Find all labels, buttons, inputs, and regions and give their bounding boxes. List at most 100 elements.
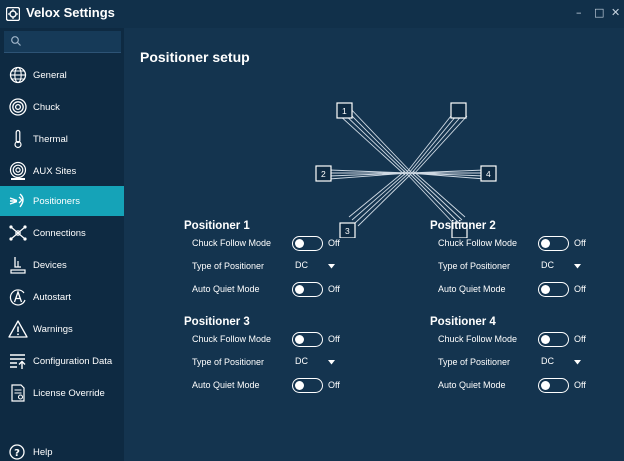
sidebar-item-label: General bbox=[33, 69, 67, 81]
auto-quiet-toggle[interactable] bbox=[538, 282, 569, 297]
minimize-button[interactable]: – bbox=[576, 6, 582, 19]
sidebar-item-license-override[interactable]: License Override bbox=[0, 378, 124, 408]
sidebar-item-label: Chuck bbox=[33, 101, 60, 113]
toggle-knob bbox=[295, 238, 304, 248]
sidebar-item-label: Configuration Data bbox=[33, 355, 113, 367]
type-select[interactable]: DC bbox=[538, 355, 582, 370]
auto-quiet-toggle[interactable] bbox=[292, 282, 323, 297]
positioner-title: Positioner 2 bbox=[430, 220, 496, 232]
chuck-follow-value: Off bbox=[574, 334, 586, 344]
sidebar-item-thermal[interactable]: Thermal bbox=[0, 124, 124, 154]
chuck-follow-toggle[interactable] bbox=[538, 236, 569, 251]
sidebar-item-positioners[interactable]: Positioners bbox=[0, 186, 124, 216]
autostart-icon bbox=[9, 289, 26, 306]
sidebar-item-label: Connections bbox=[33, 227, 86, 239]
positioner-4-settings: Positioner 4 Chuck Follow Mode Off Type … bbox=[430, 316, 624, 402]
chevron-down-icon bbox=[328, 264, 335, 269]
svg-text:?: ? bbox=[14, 448, 20, 459]
type-value: DC bbox=[541, 356, 554, 366]
toggle-knob bbox=[295, 380, 304, 390]
positioner-1-settings: Positioner 1 Chuck Follow Mode Off Type … bbox=[184, 220, 384, 306]
sidebar-item-label: Thermal bbox=[33, 133, 68, 145]
chevron-down-icon bbox=[328, 360, 335, 365]
sidebar-item-label: Autostart bbox=[33, 291, 72, 303]
auto-quiet-value: Off bbox=[328, 380, 340, 390]
type-value: DC bbox=[295, 260, 308, 270]
app-logo-icon bbox=[6, 7, 20, 21]
chuck-follow-value: Off bbox=[574, 238, 586, 248]
toggle-knob bbox=[541, 238, 550, 248]
sidebar-item-connections[interactable]: Connections bbox=[0, 218, 124, 248]
sidebar-item-warnings[interactable]: Warnings bbox=[0, 314, 124, 344]
window-title: Velox Settings bbox=[26, 5, 115, 20]
toggle-knob bbox=[541, 334, 550, 344]
title-bar: Velox Settings – □ ✕ bbox=[0, 0, 624, 28]
help-button[interactable]: ? Help bbox=[0, 440, 124, 461]
sidebar-item-chuck[interactable]: Chuck bbox=[0, 92, 124, 122]
auto-quiet-label: Auto Quiet Mode bbox=[192, 284, 260, 294]
toggle-knob bbox=[541, 284, 550, 294]
devices-icon bbox=[10, 257, 26, 274]
close-button[interactable]: ✕ bbox=[611, 6, 620, 19]
sidebar-item-label: Devices bbox=[33, 259, 67, 271]
sidebar-item-general[interactable]: General bbox=[0, 60, 124, 90]
chuck-follow-value: Off bbox=[328, 334, 340, 344]
sidebar: General Chuck Thermal AUX Sites Position… bbox=[0, 28, 124, 461]
auto-quiet-toggle[interactable] bbox=[538, 378, 569, 393]
toggle-knob bbox=[295, 284, 304, 294]
type-select[interactable]: DC bbox=[292, 355, 336, 370]
positioner-title: Positioner 3 bbox=[184, 316, 250, 328]
help-icon: ? bbox=[9, 444, 25, 460]
chuck-follow-label: Chuck Follow Mode bbox=[192, 334, 272, 344]
aux-sites-icon bbox=[9, 161, 27, 180]
toggle-knob bbox=[295, 334, 304, 344]
warning-icon bbox=[8, 320, 28, 338]
auto-quiet-value: Off bbox=[574, 284, 586, 294]
globe-icon bbox=[9, 66, 27, 84]
sidebar-item-autostart[interactable]: Autostart bbox=[0, 282, 124, 312]
sidebar-item-label: AUX Sites bbox=[33, 165, 77, 177]
positioner-box-top-right bbox=[450, 102, 467, 119]
chuck-follow-toggle[interactable] bbox=[292, 332, 323, 347]
toggle-knob bbox=[541, 380, 550, 390]
sidebar-item-configuration-data[interactable]: Configuration Data bbox=[0, 346, 124, 376]
search-icon bbox=[11, 36, 21, 46]
help-label: Help bbox=[33, 446, 53, 458]
sidebar-item-label: License Override bbox=[33, 387, 105, 399]
search-input[interactable] bbox=[4, 31, 121, 53]
type-label: Type of Positioner bbox=[192, 261, 265, 271]
chuck-icon bbox=[9, 98, 27, 116]
positioner-title: Positioner 1 bbox=[184, 220, 250, 232]
type-label: Type of Positioner bbox=[438, 261, 511, 271]
sidebar-item-label: Positioners bbox=[33, 195, 80, 207]
auto-quiet-toggle[interactable] bbox=[292, 378, 323, 393]
page-title: Positioner setup bbox=[140, 49, 250, 65]
type-label: Type of Positioner bbox=[192, 357, 265, 367]
chuck-follow-value: Off bbox=[328, 238, 340, 248]
type-select[interactable]: DC bbox=[538, 259, 582, 274]
positioner-2-settings: Positioner 2 Chuck Follow Mode Off Type … bbox=[430, 220, 624, 306]
thermometer-icon bbox=[14, 129, 22, 149]
positioner-diagram: 1 2 3 4 bbox=[315, 102, 497, 238]
connections-icon bbox=[9, 225, 27, 241]
sidebar-item-devices[interactable]: Devices bbox=[0, 250, 124, 280]
type-value: DC bbox=[295, 356, 308, 366]
maximize-button[interactable]: □ bbox=[594, 6, 604, 19]
chuck-follow-toggle[interactable] bbox=[538, 332, 569, 347]
chuck-follow-label: Chuck Follow Mode bbox=[438, 238, 518, 248]
chuck-follow-label: Chuck Follow Mode bbox=[438, 334, 518, 344]
positioner-label-4: 4 bbox=[486, 169, 491, 179]
type-label: Type of Positioner bbox=[438, 357, 511, 367]
auto-quiet-label: Auto Quiet Mode bbox=[192, 380, 260, 390]
chevron-down-icon bbox=[574, 264, 581, 269]
main-panel: Positioner setup 1 2 3 4 Positioner 1 Ch… bbox=[124, 28, 624, 461]
auto-quiet-label: Auto Quiet Mode bbox=[438, 284, 506, 294]
positioner-title: Positioner 4 bbox=[430, 316, 496, 328]
sidebar-item-aux-sites[interactable]: AUX Sites bbox=[0, 156, 124, 186]
positioner-label-1: 1 bbox=[342, 106, 347, 116]
type-select[interactable]: DC bbox=[292, 259, 336, 274]
configuration-data-icon bbox=[10, 354, 26, 369]
positioner-3-settings: Positioner 3 Chuck Follow Mode Off Type … bbox=[184, 316, 384, 402]
license-icon bbox=[11, 384, 25, 402]
chuck-follow-toggle[interactable] bbox=[292, 236, 323, 251]
